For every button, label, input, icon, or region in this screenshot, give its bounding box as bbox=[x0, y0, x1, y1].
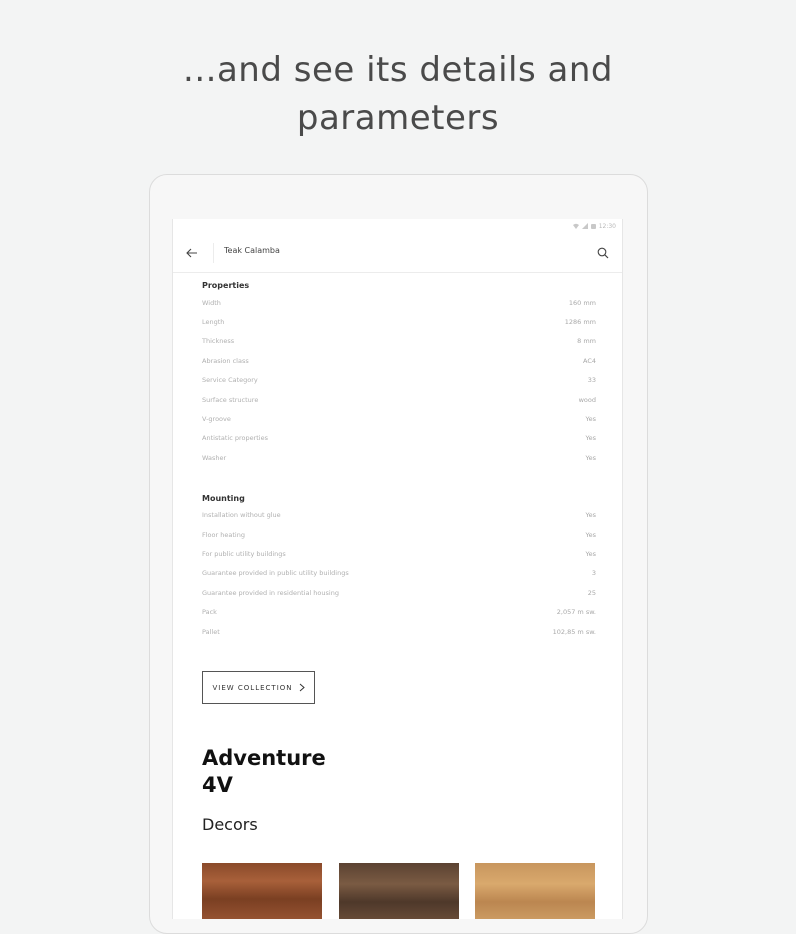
mounting-row: Guarantee provided in public utility bui… bbox=[202, 564, 596, 583]
property-row: Abrasion class AC4 bbox=[202, 351, 596, 370]
property-value: AC4 bbox=[582, 356, 596, 365]
mounting-value: 2,057 m sw. bbox=[556, 608, 596, 617]
app-bar-divider bbox=[213, 243, 214, 263]
property-row: V-groove Yes bbox=[202, 409, 596, 428]
property-label: Service Category bbox=[202, 376, 258, 385]
decor-swatch[interactable] bbox=[475, 863, 595, 919]
search-icon bbox=[597, 247, 609, 259]
mounting-row: Guarantee provided in residential housin… bbox=[202, 583, 596, 602]
decor-swatch[interactable] bbox=[202, 863, 322, 919]
app-bar-title: Teak Calamba bbox=[224, 246, 280, 255]
search-button[interactable] bbox=[594, 244, 612, 262]
back-arrow-icon bbox=[186, 248, 197, 258]
mounting-label: Guarantee provided in residential housin… bbox=[202, 588, 339, 597]
status-bar: 12:30 bbox=[173, 219, 622, 233]
decor-swatch[interactable] bbox=[339, 863, 459, 919]
mounting-row: Pallet 102,85 m sw. bbox=[202, 622, 596, 641]
headline-line-1: ...and see its details and bbox=[183, 50, 613, 90]
property-value: 8 mm bbox=[577, 337, 596, 346]
property-label: Thickness bbox=[202, 337, 235, 346]
property-label: Abrasion class bbox=[202, 356, 249, 365]
mounting-value: 102,85 m sw. bbox=[552, 627, 596, 636]
property-label: Length bbox=[202, 318, 225, 327]
property-row: Width 160 mm bbox=[202, 293, 596, 312]
mounting-label: Floor heating bbox=[202, 530, 245, 539]
property-value: 160 mm bbox=[568, 298, 596, 307]
back-button[interactable] bbox=[183, 244, 201, 262]
mounting-label: Installation without glue bbox=[202, 511, 281, 520]
property-row: Thickness 8 mm bbox=[202, 332, 596, 351]
details-content: Properties Width 160 mm Length 1286 mm Thi… bbox=[202, 273, 596, 641]
property-value: Yes bbox=[585, 434, 597, 443]
property-row: Surface structure wood bbox=[202, 390, 596, 409]
mounting-value: 25 bbox=[587, 588, 596, 597]
property-value: wood bbox=[578, 395, 596, 404]
mounting-value: 3 bbox=[591, 569, 596, 578]
property-row: Antistatic properties Yes bbox=[202, 429, 596, 448]
property-value: Yes bbox=[585, 415, 597, 424]
mounting-row: Installation without glue Yes bbox=[202, 506, 596, 525]
mounting-label: For public utility buildings bbox=[202, 549, 286, 558]
property-label: V-groove bbox=[202, 415, 231, 424]
property-row: Length 1286 mm bbox=[202, 312, 596, 331]
mounting-label: Pack bbox=[202, 608, 217, 617]
status-time: 12:30 bbox=[598, 222, 616, 230]
mounting-value: Yes bbox=[585, 549, 597, 558]
mounting-row: For public utility buildings Yes bbox=[202, 544, 596, 563]
view-collection-label: VIEW COLLECTION bbox=[212, 683, 293, 692]
properties-title: Properties bbox=[202, 281, 250, 290]
property-value: 1286 mm bbox=[564, 318, 596, 327]
headline: ...and see its details and parameters bbox=[0, 46, 796, 142]
properties-list: Width 160 mm Length 1286 mm Thickness 8 mm … bbox=[202, 293, 596, 468]
collection-title-line-2: 4V bbox=[202, 773, 233, 797]
mounting-label: Guarantee provided in public utility bui… bbox=[202, 569, 349, 578]
chevron-right-icon bbox=[299, 683, 305, 692]
mounting-row: Pack 2,057 m sw. bbox=[202, 602, 596, 621]
mounting-label: Pallet bbox=[202, 627, 220, 636]
collection-title: Adventure 4V bbox=[202, 745, 326, 799]
mounting-value: Yes bbox=[585, 511, 597, 520]
property-label: Width bbox=[202, 298, 221, 307]
collection-title-line-1: Adventure bbox=[202, 746, 326, 770]
property-label: Antistatic properties bbox=[202, 434, 269, 443]
signal-icon bbox=[581, 223, 588, 229]
view-collection-button[interactable]: VIEW COLLECTION bbox=[202, 671, 315, 704]
battery-icon bbox=[590, 223, 596, 229]
app-screen: 12:30 Teak Calamba Properties Width 160 m… bbox=[172, 219, 623, 919]
property-label: Washer bbox=[202, 453, 227, 462]
mounting-title: Mounting bbox=[202, 493, 245, 503]
mounting-list: Installation without glue Yes Floor heati… bbox=[202, 506, 596, 642]
wifi-icon bbox=[572, 223, 579, 229]
decors-title: Decors bbox=[202, 815, 258, 834]
property-row: Washer Yes bbox=[202, 448, 596, 467]
property-value: 33 bbox=[587, 376, 596, 385]
headline-line-2: parameters bbox=[296, 98, 500, 138]
mounting-row: Floor heating Yes bbox=[202, 525, 596, 544]
app-bar: Teak Calamba bbox=[173, 233, 622, 273]
mounting-value: Yes bbox=[585, 530, 597, 539]
property-row: Service Category 33 bbox=[202, 371, 596, 390]
property-label: Surface structure bbox=[202, 395, 259, 404]
property-value: Yes bbox=[585, 453, 597, 462]
